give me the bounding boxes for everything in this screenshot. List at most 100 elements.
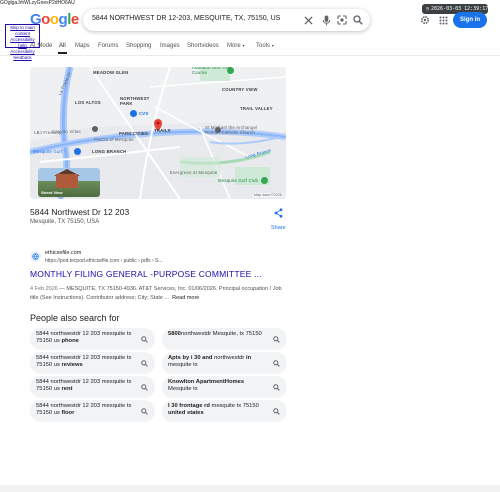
pasf-chip-text: 5844 northwestdr 12 203 mesquite tx 7515… [36, 355, 136, 369]
logo-letter: o [41, 11, 50, 28]
page-id-text: GOglgaJrhWLzyGnesP2dHO6AU [0, 0, 75, 6]
map-label-mesquite-golf: Mesquite Golf [33, 149, 63, 154]
search-icon[interactable] [352, 14, 364, 26]
pasf-chip[interactable]: I 30 frontage rd mesquite tx 75150 unite… [162, 400, 287, 422]
logo-letter: G [30, 11, 42, 28]
map-label-golf-club: Mesquite Golf Club [218, 178, 259, 183]
pasf-bold-term: 5800 [168, 331, 181, 337]
settings-icon[interactable] [419, 14, 431, 26]
pasf-bold-term: rent [61, 386, 73, 393]
pasf-term: 5844 northwestdr 12 203 mesquite tx 7515… [36, 403, 132, 417]
pasf-chip[interactable]: 5844 northwestdr 12 203 mesquite tx 7515… [30, 376, 155, 398]
pasf-chip-text: 5844 northwestdr 12 203 mesquite tx 7515… [36, 331, 136, 345]
search-icon [271, 358, 281, 368]
pasf-chip-text: 5800northwestdr Mesquite, tx 75150 [168, 331, 268, 338]
place-subtitle: Mesquite, TX 75150, USA [30, 219, 100, 225]
clock-icon: ◷ [426, 6, 430, 12]
tab-maps[interactable]: Maps [75, 43, 90, 49]
google-logo[interactable]: Google [30, 11, 79, 28]
pasf-chip[interactable]: 5844 northwestdr 12 203 mesquite tx 7515… [30, 352, 155, 374]
map-label-st-michael: St Michael the Archangel Roman Catholic … [205, 125, 258, 135]
pasf-term: northwestdr Mesquite, tx 75150 [180, 331, 262, 337]
map-label-meadow-glen: MEADOW GLEN [93, 70, 129, 75]
pasf-chip[interactable]: 5844 northwestdr 12 203 mesquite tx 7515… [30, 328, 155, 350]
search-box[interactable]: 5844 NORTHWEST DR 12-203, MESQUITE, TX, … [83, 9, 370, 31]
search-icon [271, 334, 281, 344]
tab-forums[interactable]: Forums [98, 43, 118, 49]
share-button[interactable]: Share [271, 225, 286, 231]
pasf-bold-term: reviews [61, 362, 83, 369]
tab-shortvideos[interactable]: Shortvideos [187, 43, 219, 49]
search-query[interactable]: 5844 NORTHWEST DR 12-203, MESQUITE, TX, … [92, 15, 280, 22]
result-url[interactable]: https://pod.tecpod.ethicsefile.com › pub… [45, 258, 163, 264]
map-label-evergreen: Evergreen at Mesquite [170, 170, 218, 175]
tab-tools[interactable]: Tools ▾ [256, 43, 274, 49]
pasf-term: 5844 northwestdr 12 203 mesquite tx 7515… [36, 355, 132, 369]
map-attribution: Map data ©2026 [252, 193, 283, 197]
result-site-name[interactable]: ethicsefile.com [45, 250, 81, 256]
tab-more-label: More [227, 43, 241, 49]
house-image [56, 174, 78, 188]
pasf-term: northwestdr [212, 355, 246, 361]
pasf-chip-text: I 30 frontage rd mesquite tx 75150 unite… [168, 403, 268, 417]
map-label-canyon-villas: Canyon Villas [52, 129, 81, 134]
pasf-term: mesquite tx 75150 [209, 403, 259, 409]
search-icon [271, 406, 281, 416]
map-label-audubon: Audubon Disc Golf Course [192, 67, 232, 75]
tab-all[interactable]: All [59, 43, 66, 49]
logo-letter: e [70, 11, 79, 28]
pasf-chip[interactable]: 5844 northwestdr 12 203 mesquite tx 7515… [30, 400, 155, 422]
pasf-chip-text: Apts by i 30 and northwestdr in mesquite… [168, 355, 268, 369]
pasf-heading: People also search for [30, 313, 120, 323]
read-more-link[interactable]: Read more [172, 295, 199, 301]
header-divider [0, 55, 500, 56]
pasf-chip[interactable]: Apts by i 30 and northwestdr in mesquite… [162, 352, 287, 374]
search-icon [271, 382, 281, 392]
place-title: 5844 Northwest Dr 12 203 [30, 207, 130, 217]
pasf-bold-term: Apts by i 30 and [168, 355, 213, 361]
sign-in-button[interactable]: Sign in [453, 12, 487, 28]
search-icon [139, 358, 149, 368]
pasf-bold-term: phone [61, 338, 79, 345]
microphone-icon[interactable] [320, 14, 332, 26]
tab-tools-label: Tools [256, 43, 271, 49]
pasf-term: 5844 northwestdr 12 203 mesquite tx 7515… [36, 331, 132, 345]
location-map[interactable]: MEADOW GLEN Audubon Disc Golf Course COU… [30, 67, 286, 199]
tab-ai-mode[interactable]: AI Mode [30, 43, 52, 49]
logo-letter: g [58, 11, 68, 28]
result-snippet: 4 Feb 2026 — MESQUITE, TX 75150-4936. AT… [30, 285, 290, 302]
pasf-bold-term: Knowlton ApartmentHomes [168, 379, 245, 385]
result-date: 4 Feb 2026 [30, 286, 58, 292]
share-icon[interactable] [272, 207, 284, 219]
street-view-thumbnail[interactable]: Street View [38, 168, 100, 197]
pasf-chip-text: 5844 northwestdr 12 203 mesquite tx 7515… [36, 379, 136, 393]
pasf-chip[interactable]: 5800northwestdr Mesquite, tx 75150 [162, 328, 287, 350]
map-label-long-branch: LONG BRANCH [92, 149, 127, 154]
pasf-chip[interactable]: Knowlton ApartmentHomes Mesquite tx [162, 376, 287, 398]
map-label-trail-valley: TRAIL VALLEY [240, 106, 273, 111]
apps-icon[interactable] [437, 14, 449, 26]
map-label-northwest-park: NORTHWEST PARK [120, 96, 150, 106]
result-snippet-text: — MESQUITE, TX 75150-4936. AT&T Services… [30, 286, 282, 301]
page-footer [0, 485, 500, 492]
logo-letter: o [49, 11, 59, 28]
map-label-country-view: COUNTRY VIEW [222, 87, 258, 92]
tab-more[interactable]: More ▾ [227, 43, 244, 49]
lens-icon[interactable] [336, 14, 348, 26]
search-icon [139, 406, 149, 416]
search-icon [139, 382, 149, 392]
map-label-plaza: Piazza of Mesquite [94, 137, 134, 142]
tab-shopping[interactable]: Shopping [126, 43, 151, 49]
pasf-bold-term: I 30 frontage rd [168, 403, 210, 409]
site-favicon-icon[interactable] [30, 251, 41, 262]
pasf-term: 5844 northwestdr 12 203 mesquite tx 7515… [36, 379, 132, 393]
pasf-bold-term: floor [61, 410, 75, 417]
pasf-chip-text: 5844 northwestdr 12 203 mesquite tx 7515… [36, 403, 136, 417]
pasf-bold-term: in [245, 355, 252, 361]
result-title-link[interactable]: MONTHLY FILING GENERAL -PURPOSE COMMITTE… [30, 269, 262, 279]
close-icon[interactable] [302, 14, 314, 26]
pasf-term: mesquite tx [168, 362, 198, 369]
tab-images[interactable]: Images [160, 43, 180, 49]
search-icon [139, 334, 149, 344]
map-label-park-cities: PARK CITIES [119, 131, 149, 136]
